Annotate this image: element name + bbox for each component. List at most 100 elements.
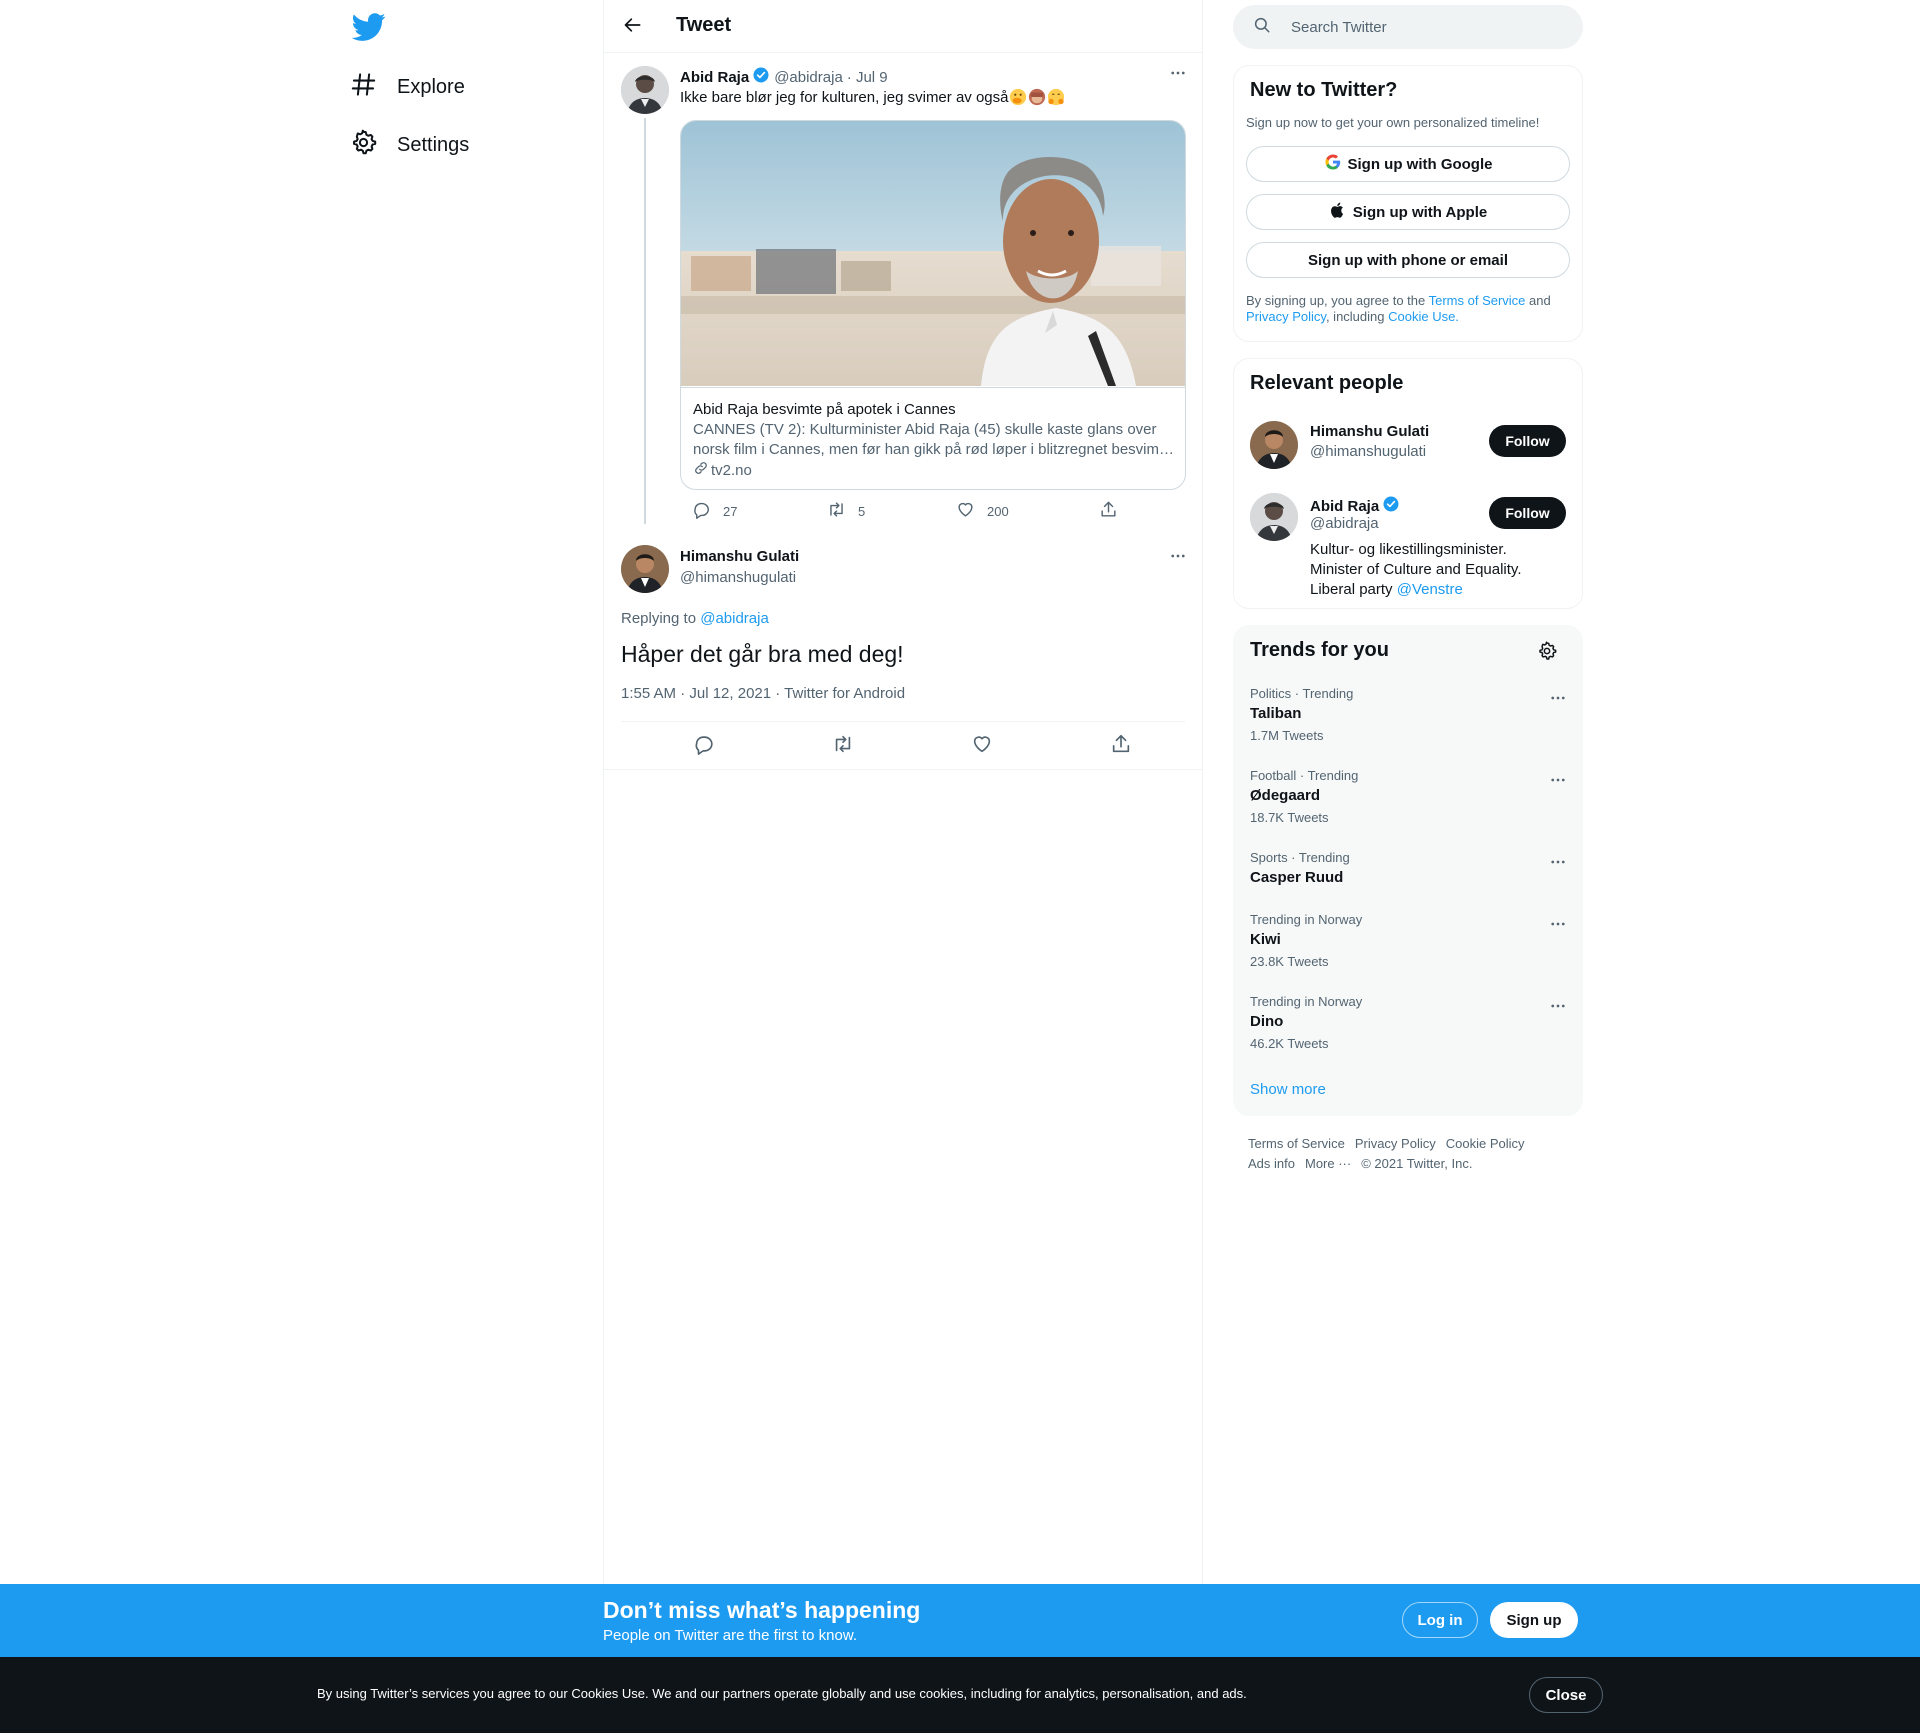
bio-line: Minister of Culture and Equality.	[1310, 561, 1522, 578]
share-button[interactable]	[1098, 733, 1132, 758]
legal-including: , including	[1325, 309, 1389, 324]
reply-button[interactable]: 27	[680, 500, 737, 522]
cookie-use-link[interactable]: Cookie Use.	[1388, 309, 1459, 324]
footer-ads-link[interactable]: Ads info	[1248, 1156, 1295, 1171]
share-button[interactable]	[1087, 500, 1118, 522]
nav-settings[interactable]: Settings	[350, 120, 485, 170]
footer-cookie-link[interactable]: Cookie Policy	[1446, 1136, 1525, 1151]
google-icon	[1324, 153, 1348, 175]
panel-title: Relevant people	[1250, 372, 1404, 394]
person-handle[interactable]: @abidraja	[1310, 515, 1379, 532]
signup-phone-email-button[interactable]: Sign up with phone or email	[1246, 242, 1570, 278]
trend-category: Politics · Trending	[1250, 686, 1354, 701]
retweet-icon	[827, 500, 846, 522]
tweet-date[interactable]: · Jul 9	[847, 69, 888, 86]
bio-prefix: Liberal party	[1310, 581, 1397, 598]
replying-to-mention[interactable]: @abidraja	[700, 610, 769, 627]
more-dots-icon[interactable]	[1546, 850, 1570, 874]
link-card-description: CANNES (TV 2): Kulturminister Abid Raja …	[693, 421, 1172, 458]
reply-icon	[693, 733, 715, 758]
author-name[interactable]: Himanshu Gulati	[680, 548, 799, 565]
share-icon	[1110, 733, 1132, 758]
person-name[interactable]: Abid Raja	[1310, 498, 1379, 515]
verified-badge-icon	[749, 66, 770, 88]
author-name[interactable]: Abid Raja	[680, 69, 749, 86]
trend-category: Trending in Norway	[1250, 912, 1363, 927]
avatar[interactable]	[1250, 493, 1298, 541]
legal-and: and	[1525, 293, 1551, 308]
more-options-button[interactable]	[1166, 63, 1190, 87]
link-card-image	[681, 121, 1185, 386]
signup-apple-button[interactable]: Sign up with Apple	[1246, 194, 1570, 230]
share-icon	[1099, 500, 1118, 522]
twitter-bird-icon[interactable]	[351, 10, 386, 44]
more-options-button[interactable]	[1166, 546, 1190, 570]
retweet-button[interactable]: 5	[815, 500, 865, 522]
trend-name: Dino	[1250, 1013, 1284, 1030]
person-bio: Kultur- og likestillingsminister. Minist…	[1310, 540, 1550, 600]
gear-icon[interactable]	[1537, 641, 1557, 661]
panel-title: New to Twitter?	[1250, 79, 1398, 101]
more-dots-icon[interactable]	[1546, 994, 1570, 1018]
back-button[interactable]	[618, 12, 648, 42]
person-name[interactable]: Himanshu Gulati	[1310, 423, 1429, 440]
trend-name: Ødegaard	[1250, 787, 1321, 804]
follow-button[interactable]: Follow	[1489, 497, 1566, 529]
see-no-evil-monkey-icon	[1028, 88, 1046, 106]
link-card-body: Abid Raja besvimte på apotek i Cannes CA…	[681, 387, 1185, 489]
footer-more-link[interactable]: More ···	[1305, 1156, 1351, 1171]
signup-google-label: Sign up with Google	[1347, 155, 1493, 173]
terms-link[interactable]: Terms of Service	[1429, 293, 1526, 308]
author-handle[interactable]: @abidraja	[774, 69, 843, 86]
search-input[interactable]	[1291, 18, 1571, 36]
search-bar[interactable]	[1233, 5, 1583, 49]
reply-icon	[692, 500, 711, 522]
footer-terms-link[interactable]: Terms of Service	[1248, 1136, 1345, 1151]
link-card[interactable]: Abid Raja besvimte på apotek i Cannes CA…	[680, 120, 1186, 490]
privacy-link[interactable]: Privacy Policy	[1246, 309, 1326, 324]
footer-privacy-link[interactable]: Privacy Policy	[1355, 1136, 1436, 1151]
person-handle[interactable]: @himanshugulati	[1310, 443, 1426, 460]
more-dots-icon[interactable]	[1546, 686, 1570, 710]
more-dots-icon[interactable]	[1546, 912, 1570, 936]
follow-button[interactable]: Follow	[1489, 425, 1566, 457]
signup-button[interactable]: Sign up	[1490, 1602, 1578, 1638]
nav-settings-label: Settings	[397, 133, 470, 156]
reply-button[interactable]	[681, 733, 715, 758]
retweet-button[interactable]	[820, 733, 854, 758]
bio-mention[interactable]: @Venstre	[1397, 581, 1463, 598]
gear-icon	[350, 129, 377, 161]
tweet-timestamp[interactable]: 1:55 AM · Jul 12, 2021 · Twitter for And…	[621, 685, 905, 702]
like-button[interactable]: 200	[944, 500, 1009, 522]
avatar[interactable]	[621, 66, 669, 114]
replying-to: Replying to @abidraja	[621, 610, 769, 627]
cookie-close-button[interactable]: Close	[1529, 1677, 1603, 1713]
promo-subtitle: People on Twitter are the first to know.	[603, 1627, 858, 1644]
signup-apple-label: Sign up with Apple	[1352, 203, 1488, 221]
nav-explore[interactable]: Explore	[350, 62, 481, 112]
author-handle[interactable]: @himanshugulati	[680, 569, 796, 586]
avatar[interactable]	[621, 545, 669, 593]
divider	[604, 769, 1202, 770]
trend-name: Taliban	[1250, 705, 1302, 722]
page-header: Tweet	[604, 0, 1202, 53]
retweet-icon	[832, 733, 854, 758]
show-more-link[interactable]: Show more	[1250, 1081, 1326, 1098]
panel-title: Trends for you	[1250, 639, 1389, 661]
trend-count: 23.8K Tweets	[1250, 954, 1329, 969]
divider	[621, 721, 1185, 722]
panel-subtitle: Sign up now to get your own personalized…	[1246, 115, 1540, 130]
avatar[interactable]	[1250, 421, 1298, 469]
login-button[interactable]: Log in	[1402, 1602, 1478, 1638]
link-card-domain-text: tv2.no	[711, 462, 752, 479]
like-count: 200	[987, 503, 1009, 519]
trend-count: 18.7K Tweets	[1250, 810, 1329, 825]
trend-category: Football · Trending	[1250, 768, 1359, 783]
like-button[interactable]	[959, 733, 993, 758]
signup-google-button[interactable]: Sign up with Google	[1246, 146, 1570, 182]
cookie-text: By using Twitter’s services you agree to…	[317, 1686, 1247, 1701]
footer-copyright: © 2021 Twitter, Inc.	[1361, 1156, 1473, 1171]
more-dots-icon[interactable]	[1546, 768, 1570, 792]
trend-name: Kiwi	[1250, 931, 1281, 948]
trend-category: Sports · Trending	[1250, 850, 1350, 865]
